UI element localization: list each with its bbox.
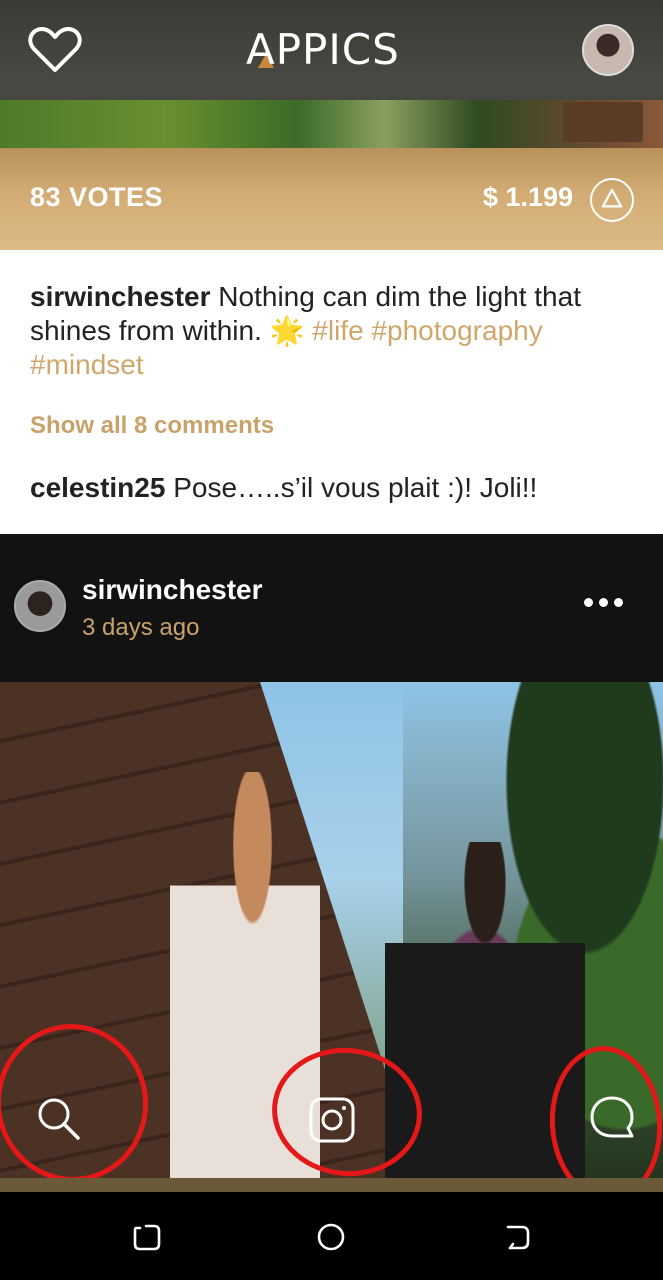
hashtag-life[interactable]: #life (312, 315, 363, 346)
heart-icon[interactable] (28, 26, 82, 74)
comment-text: Pose…..s’il vous plait :)! Joli!! (165, 472, 538, 503)
comment-username[interactable]: celestin25 (30, 472, 165, 503)
back-icon[interactable] (502, 1222, 532, 1252)
app-title: APPICS (246, 25, 400, 74)
hashtag-photography[interactable]: #photography (371, 315, 542, 346)
comment-item: celestin25 Pose…..s’il vous plait :)! Jo… (30, 472, 537, 504)
caption-emoji: 🌟 (269, 315, 305, 346)
votes-count: 83 VOTES (30, 182, 164, 212)
caption-card: sirwinchester Nothing can dim the light … (0, 250, 663, 534)
show-all-comments-link[interactable]: Show all 8 comments (30, 412, 274, 440)
caption-username[interactable]: sirwinchester (30, 281, 211, 312)
post-value: $ 1.199 (482, 182, 573, 212)
home-icon[interactable] (316, 1222, 346, 1252)
avatar[interactable] (14, 580, 66, 632)
app-logo: APPICS (246, 28, 418, 72)
bench (563, 102, 643, 142)
profile-avatar[interactable] (582, 24, 634, 76)
more-options-icon[interactable] (584, 598, 624, 610)
vote-bar: 83 VOTES $ 1.199 (0, 148, 663, 250)
post-caption: sirwinchester Nothing can dim the light … (30, 280, 630, 382)
hashtag-mindset[interactable]: #mindset (30, 349, 144, 380)
post-username[interactable]: sirwinchester (82, 574, 263, 606)
photo-bottom-strip (0, 1178, 663, 1192)
system-navigation-bar (0, 1192, 663, 1280)
upvote-triangle-icon[interactable] (590, 178, 634, 222)
previous-post-photo-bottom (0, 100, 663, 148)
post-timestamp: 3 days ago (82, 614, 200, 641)
post-header: sirwinchester 3 days ago (0, 534, 663, 682)
app-header: APPICS (0, 0, 663, 148)
recents-icon[interactable] (132, 1222, 162, 1252)
